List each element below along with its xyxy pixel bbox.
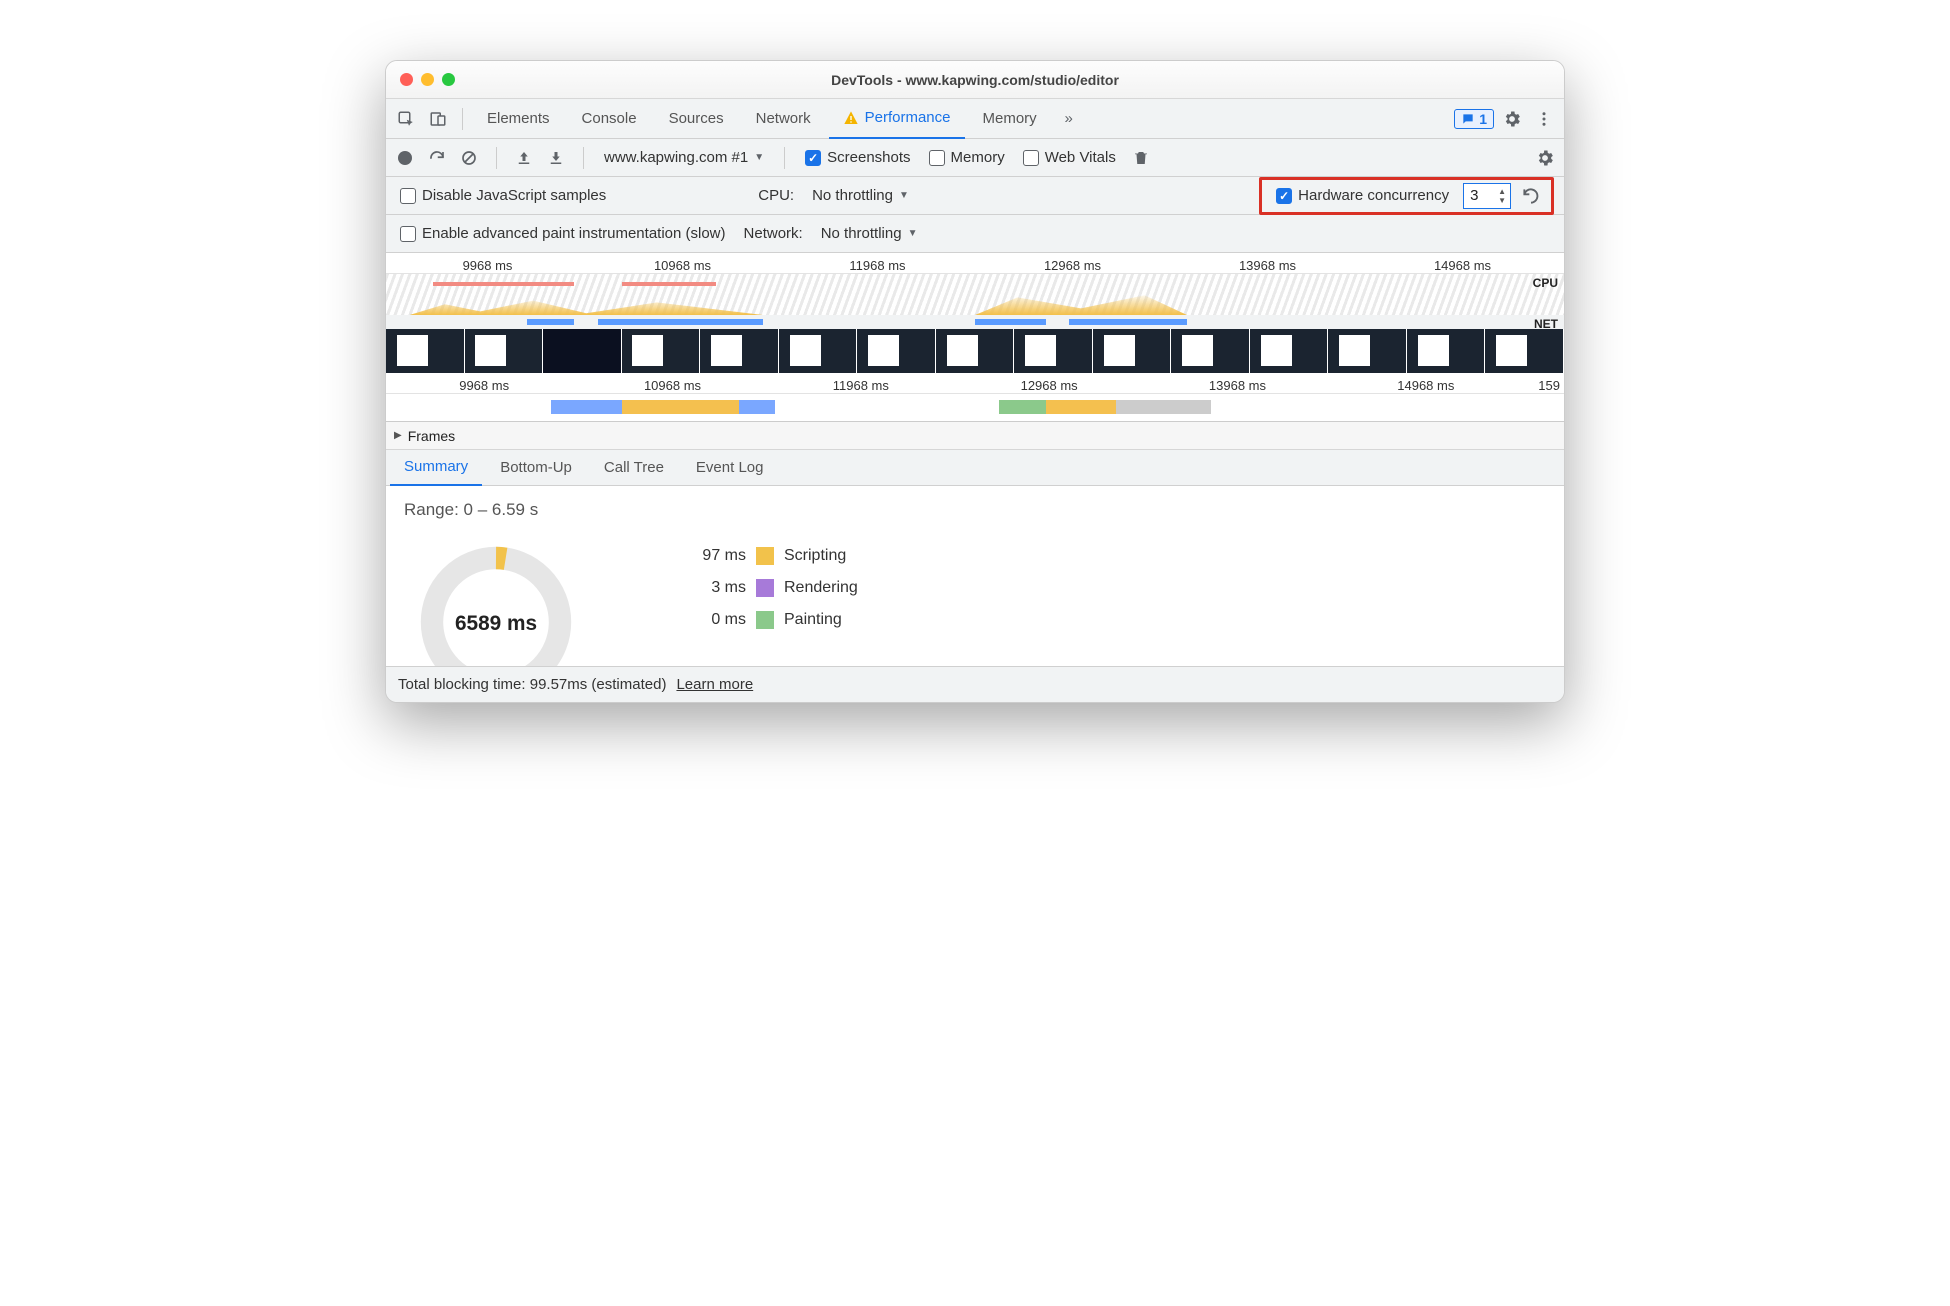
reset-concurrency-button[interactable] — [1521, 186, 1541, 206]
color-swatch — [756, 547, 774, 565]
separator — [462, 108, 463, 130]
tab-network[interactable]: Network — [742, 99, 825, 139]
legend-row-painting: 0 msPainting — [676, 604, 858, 636]
checkbox-icon — [400, 226, 416, 242]
chevron-down-icon: ▼ — [908, 228, 918, 239]
checkbox-icon — [1276, 188, 1292, 204]
warning-icon — [843, 110, 859, 126]
tab-elements[interactable]: Elements — [473, 99, 564, 139]
color-swatch — [756, 611, 774, 629]
capture-settings-row-1: Disable JavaScript samples CPU: No throt… — [386, 177, 1564, 215]
summary-legend: 97 msScripting 3 msRendering 0 msPaintin… — [676, 540, 858, 636]
settings-icon[interactable] — [1498, 105, 1526, 133]
subtab-calltree[interactable]: Call Tree — [590, 450, 678, 486]
net-overview-chart[interactable]: NET — [386, 315, 1564, 329]
devtools-tabbar: Elements Console Sources Network Perform… — [386, 99, 1564, 139]
device-toolbar-icon[interactable] — [424, 105, 452, 133]
flame-chart[interactable] — [386, 393, 1564, 421]
capture-settings-row-2: Enable advanced paint instrumentation (s… — [386, 215, 1564, 253]
tab-memory[interactable]: Memory — [969, 99, 1051, 139]
range-label: Range: 0 – 6.59 s — [404, 500, 1546, 520]
titlebar: DevTools - www.kapwing.com/studio/editor — [386, 61, 1564, 99]
hardware-concurrency-field[interactable] — [1464, 187, 1494, 204]
color-swatch — [756, 579, 774, 597]
summary-donut-chart: 6589 ms — [416, 542, 576, 666]
hardware-concurrency-input[interactable]: ▲▼ — [1463, 183, 1511, 209]
memory-checkbox[interactable]: Memory — [925, 149, 1009, 166]
tab-performance[interactable]: Performance — [829, 99, 965, 139]
tab-console[interactable]: Console — [568, 99, 651, 139]
hardware-concurrency-group: Hardware concurrency ▲▼ — [1259, 177, 1554, 215]
record-button[interactable] — [394, 147, 416, 169]
svg-text:6589 ms: 6589 ms — [455, 612, 537, 635]
cpu-throttle-label: CPU: — [758, 187, 794, 204]
summary-panel: Range: 0 – 6.59 s 6589 ms 97 msScripting… — [386, 486, 1564, 666]
checkbox-icon — [929, 150, 945, 166]
hardware-concurrency-checkbox[interactable]: Hardware concurrency — [1272, 187, 1453, 204]
disclosure-triangle-icon: ▶ — [394, 430, 402, 441]
clear-button[interactable] — [458, 147, 480, 169]
checkbox-icon — [1023, 150, 1039, 166]
timeline-overview[interactable]: 9968 ms10968 ms 11968 ms12968 ms 13968 m… — [386, 253, 1564, 422]
issues-badge[interactable]: 1 — [1454, 109, 1494, 129]
network-throttle-select[interactable]: No throttling ▼ — [817, 225, 922, 242]
webvitals-checkbox[interactable]: Web Vitals — [1019, 149, 1120, 166]
garbage-collect-button[interactable] — [1130, 147, 1152, 169]
stepper-icon[interactable]: ▲▼ — [1494, 187, 1510, 205]
screenshot-filmstrip[interactable] — [386, 329, 1564, 373]
legend-row-scripting: 97 msScripting — [676, 540, 858, 572]
learn-more-link[interactable]: Learn more — [676, 676, 753, 693]
devtools-window: DevTools - www.kapwing.com/studio/editor… — [385, 60, 1565, 703]
advanced-paint-checkbox[interactable]: Enable advanced paint instrumentation (s… — [396, 225, 730, 242]
cpu-overview-chart[interactable]: CPU — [386, 273, 1564, 315]
frames-section-header[interactable]: ▶ Frames — [386, 422, 1564, 450]
network-throttle-label: Network: — [744, 225, 803, 242]
overview-time-ruler: 9968 ms10968 ms 11968 ms12968 ms 13968 m… — [386, 253, 1564, 273]
kebab-menu-icon[interactable] — [1530, 105, 1558, 133]
more-tabs-button[interactable]: » — [1055, 105, 1083, 133]
recording-select[interactable]: www.kapwing.com #1 ▼ — [600, 149, 768, 166]
subtab-eventlog[interactable]: Event Log — [682, 450, 778, 486]
summary-footer: Total blocking time: 99.57ms (estimated)… — [386, 666, 1564, 702]
legend-row-rendering: 3 msRendering — [676, 572, 858, 604]
screenshots-checkbox[interactable]: Screenshots — [801, 149, 914, 166]
total-blocking-time-label: Total blocking time: 99.57ms (estimated) — [398, 676, 666, 693]
subtab-summary[interactable]: Summary — [390, 450, 482, 486]
subtab-bottomup[interactable]: Bottom-Up — [486, 450, 586, 486]
details-tabbar: Summary Bottom-Up Call Tree Event Log — [386, 450, 1564, 486]
cpu-throttle-select[interactable]: No throttling ▼ — [808, 187, 913, 204]
chevron-down-icon: ▼ — [754, 152, 764, 163]
capture-settings-icon[interactable] — [1534, 147, 1556, 169]
detail-time-ruler: 9968 ms10968 ms 11968 ms12968 ms 13968 m… — [386, 373, 1564, 393]
window-title: DevTools - www.kapwing.com/studio/editor — [386, 72, 1564, 88]
disable-js-samples-checkbox[interactable]: Disable JavaScript samples — [396, 187, 610, 204]
cpu-track-label: CPU — [1533, 276, 1558, 290]
checkbox-icon — [400, 188, 416, 204]
load-profile-button[interactable] — [513, 147, 535, 169]
save-profile-button[interactable] — [545, 147, 567, 169]
chat-icon — [1461, 112, 1475, 126]
reload-record-button[interactable] — [426, 147, 448, 169]
tab-sources[interactable]: Sources — [655, 99, 738, 139]
checkbox-icon — [805, 150, 821, 166]
chevron-down-icon: ▼ — [899, 190, 909, 201]
performance-toolbar: www.kapwing.com #1 ▼ Screenshots Memory … — [386, 139, 1564, 177]
inspect-element-icon[interactable] — [392, 105, 420, 133]
